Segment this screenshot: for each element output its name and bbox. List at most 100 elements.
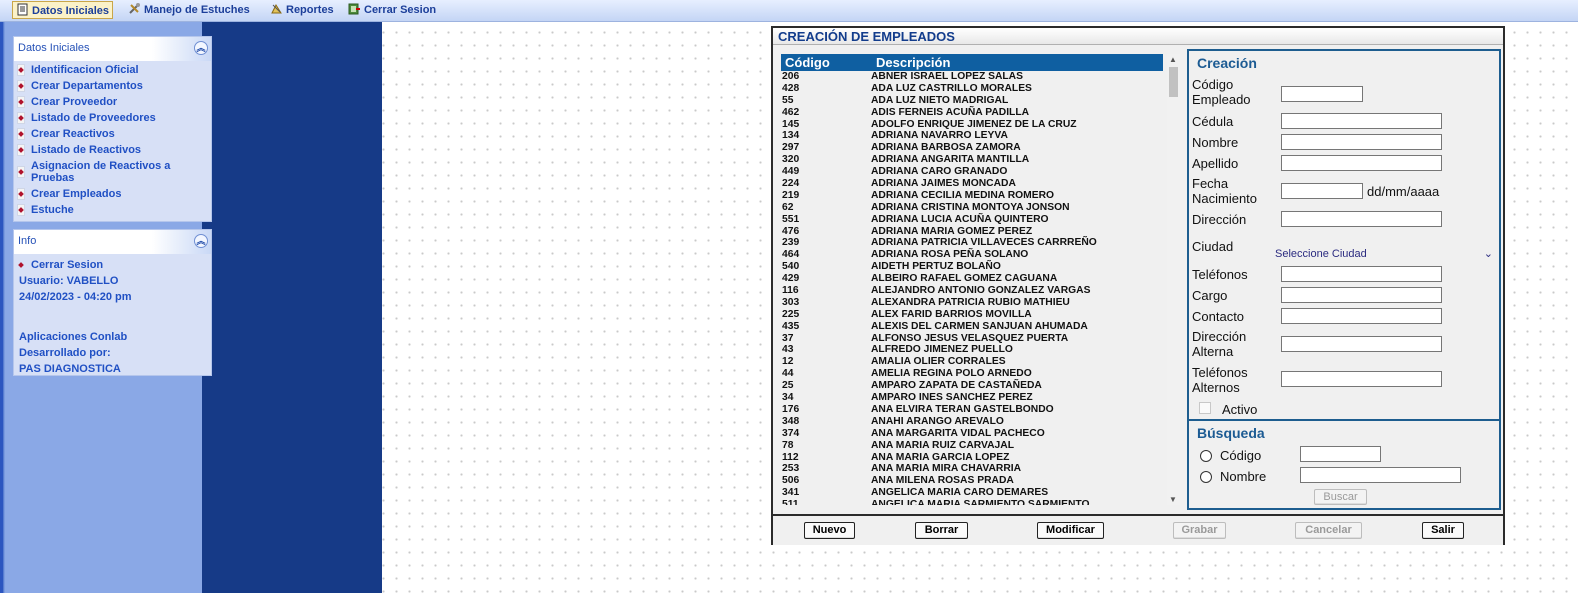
list-item[interactable]: 43 ALFREDO JIMENEZ PUELLO bbox=[781, 344, 1163, 356]
list-item[interactable]: 303 ALEXANDRA PATRICIA RUBIO MATHIEU bbox=[781, 297, 1163, 309]
list-item[interactable]: 62 ADRIANA CRISTINA MONTOYA JONSON bbox=[781, 202, 1163, 214]
list-item[interactable]: 112 ANA MARIA GARCIA LOPEZ bbox=[781, 452, 1163, 464]
list-item[interactable]: 34 AMPARO INES SANCHEZ PEREZ bbox=[781, 392, 1163, 404]
nav-crear-empleados[interactable]: Crear Empleados bbox=[14, 186, 211, 202]
employee-form: CREACIÓN DE EMPLEADOS Código Descripción… bbox=[771, 26, 1505, 545]
scroll-up-icon[interactable]: ▲ bbox=[1169, 55, 1177, 64]
list-item[interactable]: 37 ALFONSO JESUS VELASQUEZ PUERTA bbox=[781, 333, 1163, 345]
list-scrollbar[interactable]: ▲ ▼ bbox=[1167, 54, 1180, 505]
nav-crear-departamentos[interactable]: Crear Departamentos bbox=[14, 78, 211, 94]
borrar-button[interactable]: Borrar bbox=[915, 522, 968, 539]
contacto-input[interactable] bbox=[1281, 308, 1442, 324]
list-item[interactable]: 551 ADRIANA LUCIA ACUÑA QUINTERO bbox=[781, 214, 1163, 226]
list-item[interactable]: 134 ADRIANA NAVARRO LEYVA bbox=[781, 130, 1163, 142]
list-item[interactable]: 464 ADRIANA ROSA PEÑA SOLANO bbox=[781, 249, 1163, 261]
ciudad-select-value: Seleccione Ciudad bbox=[1275, 248, 1367, 260]
employee-code: 116 bbox=[782, 285, 799, 297]
busqueda-nombre-input[interactable] bbox=[1300, 467, 1461, 483]
telefonos-input[interactable] bbox=[1281, 266, 1442, 282]
list-item[interactable]: 219 ADRIANA CECILIA MEDINA ROMERO bbox=[781, 190, 1163, 202]
employee-code: 297 bbox=[782, 142, 800, 154]
list-item[interactable]: 348 ANAHI ARANGO AREVALO bbox=[781, 416, 1163, 428]
ciudad-select[interactable]: Seleccione Ciudad ⌄ bbox=[1271, 246, 1497, 262]
report-icon bbox=[270, 2, 283, 15]
cargo-input[interactable] bbox=[1281, 287, 1442, 303]
direccion-input[interactable] bbox=[1281, 211, 1442, 227]
list-item[interactable]: 25 AMPARO ZAPATA DE CASTAÑEDA bbox=[781, 380, 1163, 392]
nav-crear-proveedor[interactable]: Crear Proveedor bbox=[14, 94, 211, 110]
list-item[interactable]: 225 ALEX FARID BARRIOS MOVILLA bbox=[781, 309, 1163, 321]
list-item[interactable]: 12 AMALIA OLIER CORRALES bbox=[781, 356, 1163, 368]
codigo-radio[interactable] bbox=[1200, 450, 1212, 462]
sidebar-band bbox=[202, 22, 382, 593]
apellido-input[interactable] bbox=[1281, 155, 1442, 171]
nav-identificacion-oficial[interactable]: Identificacion Oficial bbox=[14, 62, 211, 78]
list-item[interactable]: 145 ADOLFO ENRIQUE JIMENEZ DE LA CRUZ bbox=[781, 119, 1163, 131]
employee-name: ALFONSO JESUS VELASQUEZ PUERTA bbox=[871, 332, 1069, 344]
list-item[interactable]: 341 ANGELICA MARIA CARO DEMARES bbox=[781, 487, 1163, 499]
menu-cerrar-sesion[interactable]: Cerrar Sesion bbox=[348, 1, 436, 19]
list-item[interactable]: 44 AMELIA REGINA POLO ARNEDO bbox=[781, 368, 1163, 380]
list-item[interactable]: 462 ADIS FERNEIS ACUÑA PADILLA bbox=[781, 107, 1163, 119]
list-item[interactable]: 55 ADA LUZ NIETO MADRIGAL bbox=[781, 95, 1163, 107]
list-item[interactable]: 116 ALEJANDRO ANTONIO GONZALEZ VARGAS bbox=[781, 285, 1163, 297]
salir-button[interactable]: Salir bbox=[1422, 522, 1464, 539]
nav-estuche[interactable]: Estuche bbox=[14, 202, 211, 218]
grabar-button[interactable]: Grabar bbox=[1173, 522, 1226, 539]
list-item[interactable]: 429 ALBEIRO RAFAEL GOMEZ CAGUANA bbox=[781, 273, 1163, 285]
scroll-thumb[interactable] bbox=[1169, 67, 1178, 97]
list-item[interactable]: 297 ADRIANA BARBOSA ZAMORA bbox=[781, 142, 1163, 154]
employee-code: 206 bbox=[782, 71, 800, 82]
nombre-radio[interactable] bbox=[1200, 471, 1212, 483]
telefonos-alternos-input[interactable] bbox=[1281, 371, 1442, 387]
employee-code: 112 bbox=[782, 451, 799, 463]
menu-datos-iniciales[interactable]: Datos Iniciales bbox=[12, 1, 114, 19]
nav-asignacion-reactivos[interactable]: Asignacion de Reactivos a Pruebas bbox=[14, 158, 211, 186]
collapse-icon[interactable]: ︽ bbox=[194, 41, 208, 55]
list-item[interactable]: 511 ANGELICA MARIA SARMIENTO SARMIENTO bbox=[781, 499, 1163, 505]
scroll-down-icon[interactable]: ▼ bbox=[1169, 495, 1177, 504]
nav-listado-proveedores[interactable]: Listado de Proveedores bbox=[14, 110, 211, 126]
employee-list[interactable]: Código Descripción 206 ABNER ISRAEL LOPEZ… bbox=[781, 54, 1169, 505]
list-item[interactable]: 428 ADA LUZ CASTRILLO MORALES bbox=[781, 83, 1163, 95]
list-item[interactable]: 449 ADRIANA CARO GRANADO bbox=[781, 166, 1163, 178]
employee-name: ANAHI ARANGO AREVALO bbox=[871, 415, 1004, 427]
list-item[interactable]: 176 ANA ELVIRA TERAN GASTELBONDO bbox=[781, 404, 1163, 416]
developer-label: Desarrollado por: bbox=[19, 347, 111, 359]
menu-manejo-estuches[interactable]: Manejo de Estuches bbox=[128, 1, 250, 19]
buscar-button[interactable]: Buscar bbox=[1314, 489, 1367, 505]
employee-code: 55 bbox=[782, 94, 794, 106]
employee-name: ALBEIRO RAFAEL GOMEZ CAGUANA bbox=[871, 273, 1058, 285]
list-item[interactable]: 78 ANA MARIA RUIZ CARVAJAL bbox=[781, 440, 1163, 452]
list-item[interactable]: 224 ADRIANA JAIMES MONCADA bbox=[781, 178, 1163, 190]
nuevo-button[interactable]: Nuevo bbox=[804, 522, 855, 539]
activo-checkbox[interactable] bbox=[1199, 402, 1211, 414]
nav-crear-reactivos[interactable]: Crear Reactivos bbox=[14, 126, 211, 142]
list-item[interactable]: 506 ANA MILENA ROSAS PRADA bbox=[781, 475, 1163, 487]
list-item[interactable]: 476 ADRIANA MARIA GOMEZ PEREZ bbox=[781, 226, 1163, 238]
list-item[interactable]: 435 ALEXIS DEL CARMEN SANJUAN AHUMADA bbox=[781, 321, 1163, 333]
menu-reportes[interactable]: Reportes bbox=[270, 1, 334, 19]
fecha-nacimiento-input[interactable] bbox=[1281, 183, 1363, 199]
list-item[interactable]: 540 AIDETH PERTUZ BOLAÑO bbox=[781, 261, 1163, 273]
cedula-label: Cédula bbox=[1192, 114, 1234, 129]
modificar-button[interactable]: Modificar bbox=[1037, 522, 1104, 539]
cancelar-button[interactable]: Cancelar bbox=[1295, 522, 1362, 539]
collapse-icon[interactable]: ︽ bbox=[194, 234, 208, 248]
datos-iniciales-panel: Datos Iniciales ︽ Identificacion Oficial… bbox=[13, 36, 212, 222]
list-item[interactable]: 253 ANA MARIA MIRA CHAVARRIA bbox=[781, 463, 1163, 475]
nav-listado-reactivos[interactable]: Listado de Reactivos bbox=[14, 142, 211, 158]
list-item[interactable]: 239 ADRIANA PATRICIA VILLAVECES CARRREÑO bbox=[781, 237, 1163, 249]
cedula-input[interactable] bbox=[1281, 113, 1442, 129]
direccion-alterna-input[interactable] bbox=[1281, 336, 1442, 352]
codigo-empleado-input[interactable] bbox=[1281, 86, 1363, 102]
nav-cerrar-sesion[interactable]: Cerrar Sesion bbox=[14, 257, 211, 273]
list-item[interactable]: 320 ADRIANA ANGARITA MANTILLA bbox=[781, 154, 1163, 166]
busqueda-codigo-input[interactable] bbox=[1300, 446, 1381, 462]
bullet-icon bbox=[17, 80, 25, 92]
list-item[interactable]: 206 ABNER ISRAEL LOPEZ SALAS bbox=[781, 71, 1163, 83]
employee-code: 239 bbox=[782, 237, 800, 249]
nombre-input[interactable] bbox=[1281, 134, 1442, 150]
list-item[interactable]: 374 ANA MARGARITA VIDAL PACHECO bbox=[781, 428, 1163, 440]
